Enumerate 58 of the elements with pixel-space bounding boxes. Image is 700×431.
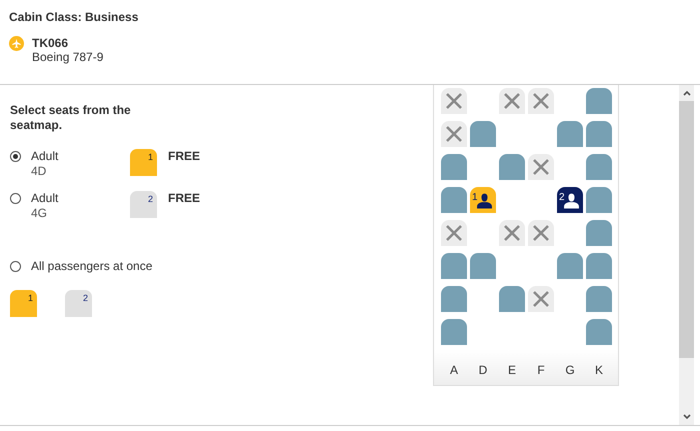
airplane-icon xyxy=(9,36,24,51)
cross-icon xyxy=(532,158,550,176)
radio-button[interactable] xyxy=(10,193,21,204)
seat-price: FREE xyxy=(168,149,200,163)
cross-icon xyxy=(445,92,463,110)
aircraft-type: Boeing 787-9 xyxy=(32,50,104,64)
passenger-type: Adult xyxy=(31,191,60,206)
available-seat[interactable] xyxy=(499,154,525,180)
available-seat[interactable] xyxy=(441,187,467,213)
radio-button[interactable] xyxy=(10,260,21,272)
available-seat[interactable] xyxy=(470,253,496,279)
column-label: F xyxy=(536,362,546,378)
available-seat[interactable] xyxy=(441,319,467,345)
all-passengers-label: All passengers at once xyxy=(31,259,152,273)
radio-button[interactable] xyxy=(10,151,21,162)
cross-icon xyxy=(503,92,521,110)
flight-number: TK066 xyxy=(32,36,70,50)
available-seat[interactable] xyxy=(586,154,612,180)
assigned-seat[interactable]: 1 xyxy=(470,187,496,213)
available-seat[interactable] xyxy=(586,319,612,345)
available-seat[interactable] xyxy=(499,286,525,312)
passenger-seat-tile[interactable]: 1 xyxy=(10,290,37,317)
available-seat[interactable] xyxy=(441,154,467,180)
available-seat[interactable] xyxy=(441,286,467,312)
seat-number: 4G xyxy=(31,206,48,221)
cabin-class: Cabin Class: Business xyxy=(9,10,140,24)
person-icon xyxy=(563,192,580,210)
instructions: Select seats from the seatmap. xyxy=(10,103,132,133)
cross-icon xyxy=(532,92,550,110)
available-seat[interactable] xyxy=(470,121,496,147)
cross-icon xyxy=(445,125,463,143)
available-seat[interactable] xyxy=(586,253,612,279)
available-seat[interactable] xyxy=(586,187,612,213)
column-label: A xyxy=(448,362,459,378)
cross-icon xyxy=(532,224,550,242)
column-label: K xyxy=(594,362,604,378)
cross-icon xyxy=(445,224,463,242)
column-label: E xyxy=(506,362,517,378)
person-icon xyxy=(476,192,493,210)
seat-number: 4D xyxy=(31,164,48,179)
available-seat[interactable] xyxy=(557,253,583,279)
available-seat[interactable] xyxy=(441,253,467,279)
column-label: G xyxy=(564,362,576,378)
column-label: D xyxy=(478,362,488,378)
passenger-type: Adult xyxy=(31,149,60,164)
cross-icon xyxy=(532,290,550,308)
cross-icon xyxy=(503,224,521,242)
available-seat[interactable] xyxy=(586,121,612,147)
available-seat[interactable] xyxy=(586,220,612,246)
seat-price: FREE xyxy=(168,191,200,205)
available-seat[interactable] xyxy=(586,286,612,312)
available-seat[interactable] xyxy=(557,121,583,147)
passenger-seat-tile[interactable]: 2 xyxy=(65,290,92,317)
passenger-seat-tile[interactable]: 1 xyxy=(130,149,157,176)
passenger-seat-tile[interactable]: 2 xyxy=(130,191,157,218)
available-seat[interactable] xyxy=(586,88,612,114)
assigned-seat[interactable]: 2 xyxy=(557,187,583,213)
scrollbar[interactable] xyxy=(679,85,694,425)
